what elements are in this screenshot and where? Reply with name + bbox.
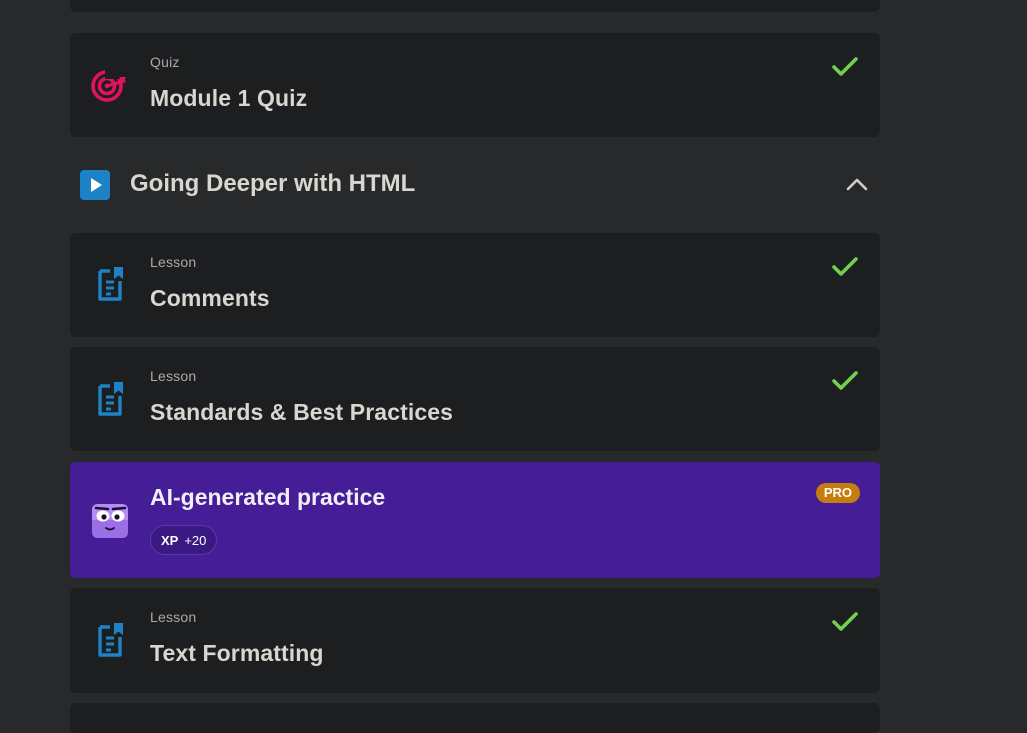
pro-badge: PRO [815, 483, 860, 503]
xp-value: +20 [184, 532, 207, 548]
completed-check-icon [832, 371, 858, 390]
lesson-card-comments[interactable]: Lesson Comments [70, 233, 880, 337]
item-title: Text Formatting [150, 640, 324, 666]
document-icon [98, 382, 123, 416]
item-type-label: Lesson [150, 368, 197, 384]
xp-reward-badge: XP +20 [150, 525, 218, 555]
xp-label: XP [161, 532, 179, 548]
completed-check-icon [832, 257, 858, 276]
item-type-label: Lesson [150, 609, 197, 625]
target-icon [91, 65, 129, 102]
item-type-label: Lesson [150, 254, 197, 270]
ai-practice-card[interactable]: AI-generated practice XP +20 PRO [70, 462, 880, 578]
next-item-card[interactable] [70, 703, 880, 733]
section-title: Going Deeper with HTML [130, 170, 416, 197]
item-title: Module 1 Quiz [150, 85, 308, 111]
previous-item-card[interactable] [70, 0, 880, 12]
chevron-up-icon[interactable] [844, 172, 870, 198]
item-title: Standards & Best Practices [150, 399, 454, 425]
document-icon [98, 623, 123, 657]
completed-check-icon [832, 612, 858, 631]
section-header-going-deeper[interactable]: Going Deeper with HTML [70, 148, 880, 222]
ai-practice-title: AI-generated practice [150, 484, 386, 510]
completed-check-icon [832, 57, 858, 76]
lesson-card-standards[interactable]: Lesson Standards & Best Practices [70, 347, 880, 451]
quiz-card-module-1[interactable]: Quiz Module 1 Quiz [70, 33, 880, 137]
document-icon [98, 267, 123, 301]
play-icon [80, 170, 110, 200]
item-title: Comments [150, 285, 270, 311]
lesson-card-text-formatting[interactable]: Lesson Text Formatting [70, 588, 880, 693]
item-type-label: Quiz [150, 54, 180, 70]
mascot-icon [92, 504, 128, 538]
